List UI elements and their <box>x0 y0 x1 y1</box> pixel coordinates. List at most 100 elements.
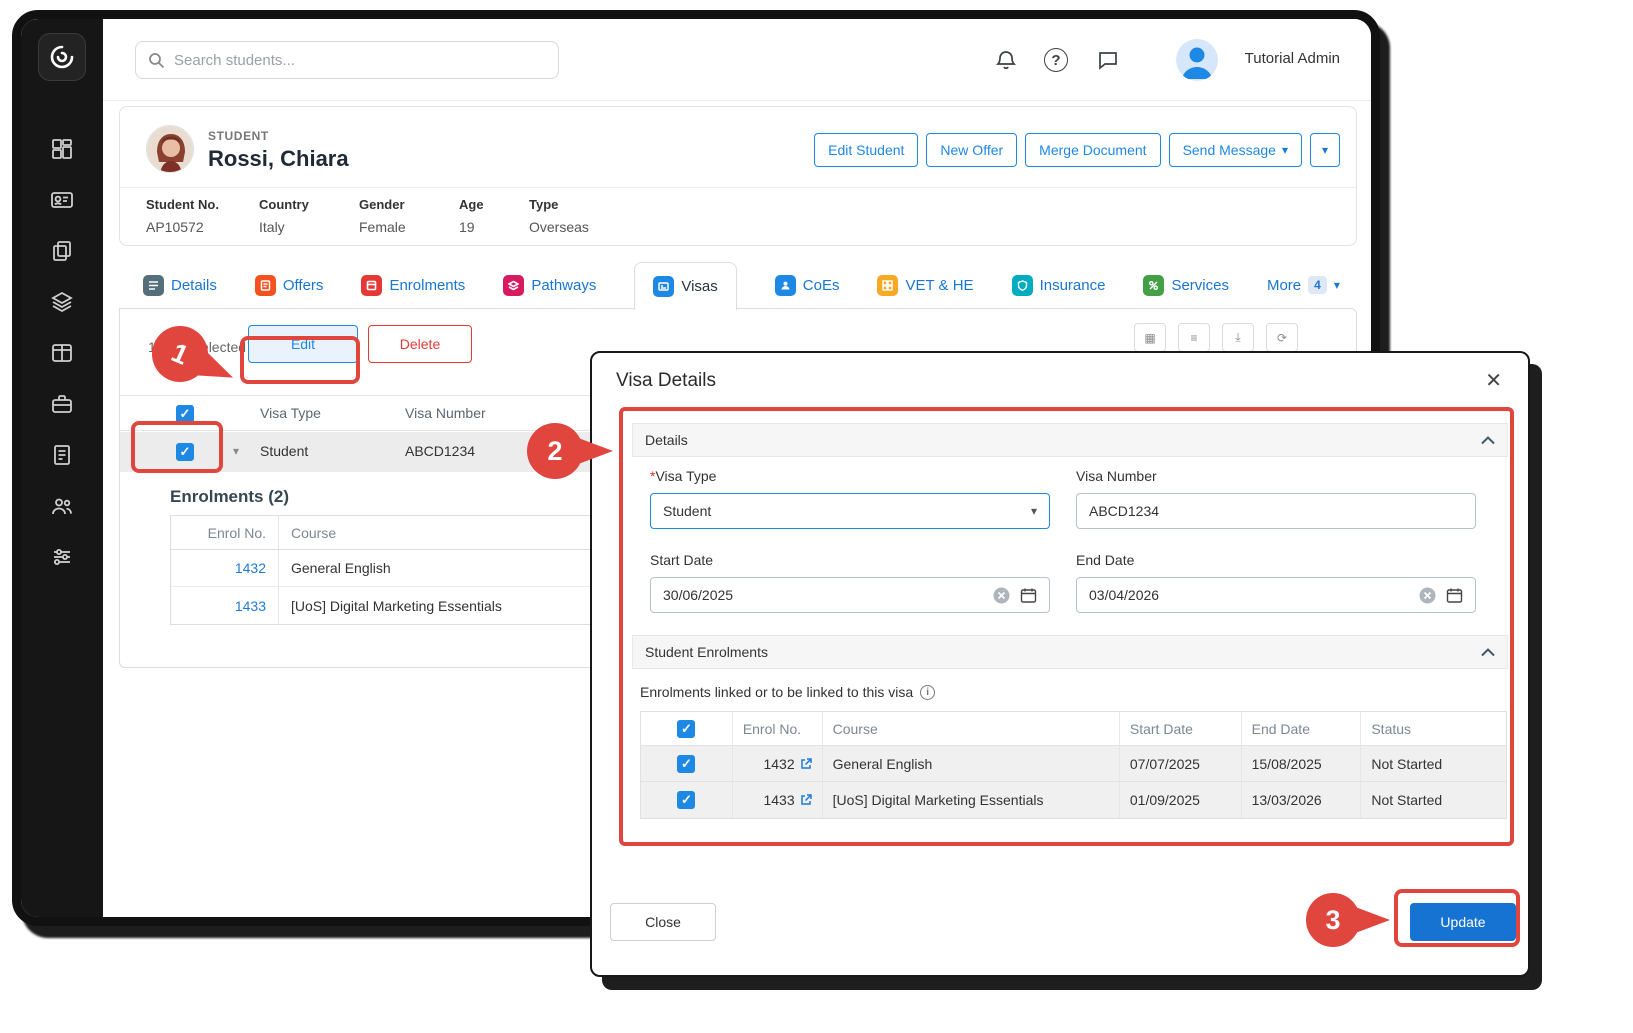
chevron-up-icon[interactable] <box>1481 648 1495 657</box>
clear-icon[interactable] <box>993 587 1010 604</box>
tab-more[interactable]: More 4 ▾ <box>1267 261 1340 309</box>
student-search[interactable] <box>135 41 559 79</box>
end-date-cell: 15/08/2025 <box>1242 746 1362 781</box>
close-icon[interactable]: ✕ <box>1485 368 1502 393</box>
tab-details[interactable]: Details <box>143 261 217 309</box>
delete-visa-button[interactable]: Delete <box>368 325 472 363</box>
student-enrolments-section-header[interactable]: Student Enrolments <box>632 635 1508 669</box>
start-date-cell: 07/07/2025 <box>1120 746 1242 781</box>
start-date-input[interactable]: 30/06/2025 <box>650 577 1050 613</box>
row-checkbox[interactable] <box>677 791 695 809</box>
end-date-cell: 13/03/2026 <box>1242 782 1362 818</box>
more-tab-badge: 4 <box>1308 276 1327 294</box>
tab-services[interactable]: Services <box>1143 261 1229 309</box>
logo-swirl-icon <box>48 43 76 71</box>
help-button[interactable]: ? <box>1044 48 1068 72</box>
sidebar-item-dashboard[interactable] <box>21 123 103 174</box>
visa-type-label: *Visa Type <box>650 468 716 484</box>
enrolments-heading: Enrolments (2) <box>170 487 289 507</box>
chat-bubble-icon <box>1096 48 1120 72</box>
modal-title: Visa Details <box>616 370 716 392</box>
vet-he-tab-icon <box>877 275 898 296</box>
topbar: ? Tutorial Admin <box>103 19 1371 101</box>
send-message-button[interactable]: Send Message ▾ <box>1169 133 1302 167</box>
modal-close-button[interactable]: Close <box>610 903 716 941</box>
sidebar-item-settings[interactable] <box>21 531 103 582</box>
student-name: Rossi, Chiara <box>208 146 349 172</box>
tab-offers[interactable]: Offers <box>255 261 324 309</box>
select-all-checkbox[interactable] <box>176 405 194 423</box>
user-avatar[interactable] <box>1176 39 1218 81</box>
edit-visa-button[interactable]: Edit <box>248 325 358 363</box>
info-icon[interactable]: i <box>920 685 935 700</box>
sidebar-item-courses[interactable] <box>21 276 103 327</box>
student-actions: Edit Student New Offer Merge Document Se… <box>814 133 1340 167</box>
panel-toolbar-button-4[interactable]: ⟳ <box>1266 323 1298 352</box>
tab-enrolments[interactable]: Enrolments <box>361 261 465 309</box>
visa-type-select[interactable]: Student ▾ <box>650 493 1050 529</box>
messages-button[interactable] <box>1096 48 1120 72</box>
student-card-icon <box>50 188 74 212</box>
panel-toolbar-button-2[interactable]: ≡ <box>1178 323 1210 352</box>
info-country: CountryItaly <box>259 197 309 235</box>
info-type: TypeOverseas <box>529 197 589 235</box>
details-section-header[interactable]: Details <box>632 423 1508 457</box>
enrol-no-link[interactable]: 1432 <box>171 550 279 586</box>
select-all-checkbox[interactable] <box>677 720 695 738</box>
visa-number-label: Visa Number <box>1076 468 1157 484</box>
edit-student-button[interactable]: Edit Student <box>814 133 918 167</box>
end-date-input[interactable]: 03/04/2026 <box>1076 577 1476 613</box>
chevron-up-icon[interactable] <box>1481 436 1495 445</box>
more-actions-button[interactable]: ▾ <box>1310 133 1340 167</box>
sidebar-item-finance[interactable] <box>21 429 103 480</box>
sidebar-item-agents[interactable] <box>21 480 103 531</box>
tab-coes[interactable]: CoEs <box>775 261 840 309</box>
course-cell: [UoS] Digital Marketing Essentials <box>823 782 1120 818</box>
enrol-no-link[interactable]: 1433 <box>171 587 279 624</box>
columns-icon <box>50 341 74 365</box>
tab-pathways[interactable]: Pathways <box>503 261 596 309</box>
panel-toolbar-button-1[interactable]: ▦ <box>1134 323 1166 352</box>
student-eyebrow-label: STUDENT <box>208 129 269 143</box>
course-column-header: Course <box>823 712 1120 745</box>
info-student-no: Student No.AP10572 <box>146 197 219 235</box>
caret-down-icon: ▾ <box>1031 504 1037 518</box>
student-header-card: STUDENT Rossi, Chiara Edit Student New O… <box>119 106 1357 246</box>
app-logo[interactable] <box>38 33 86 81</box>
details-section-title: Details <box>645 432 688 448</box>
calendar-icon[interactable] <box>1446 587 1463 604</box>
details-tab-icon <box>143 275 164 296</box>
row-expander-icon[interactable]: ▾ <box>233 444 239 458</box>
invoice-icon <box>50 443 74 467</box>
search-input[interactable] <box>174 52 546 69</box>
sidebar-item-students[interactable] <box>21 174 103 225</box>
clear-icon[interactable] <box>1419 587 1436 604</box>
tab-vet-he[interactable]: VET & HE <box>877 261 973 309</box>
visa-number-input[interactable]: ABCD1234 <box>1076 493 1476 529</box>
notifications-button[interactable] <box>994 48 1018 72</box>
new-offer-button[interactable]: New Offer <box>926 133 1017 167</box>
panel-toolbar-button-3[interactable]: ⤓ <box>1222 323 1254 352</box>
user-name[interactable]: Tutorial Admin <box>1245 50 1340 67</box>
visa-number-column-header: Visa Number <box>405 405 486 421</box>
enrol-no-column-header: Enrol No. <box>171 516 279 549</box>
layers-icon <box>50 290 74 314</box>
sidebar-item-boards[interactable] <box>21 327 103 378</box>
visa-number-cell: ABCD1234 <box>405 443 475 459</box>
question-icon: ? <box>1051 52 1060 69</box>
update-button[interactable]: Update <box>1410 903 1516 941</box>
info-gender: GenderFemale <box>359 197 406 235</box>
sidebar-item-offers[interactable] <box>21 225 103 276</box>
row-checkbox[interactable] <box>176 443 194 461</box>
sidebar-item-employers[interactable] <box>21 378 103 429</box>
course-cell: General English <box>823 746 1120 781</box>
external-link-icon[interactable] <box>800 758 812 770</box>
tab-insurance[interactable]: Insurance <box>1012 261 1106 309</box>
calendar-icon[interactable] <box>1020 587 1037 604</box>
merge-document-button[interactable]: Merge Document <box>1025 133 1160 167</box>
search-icon <box>148 52 165 69</box>
row-checkbox[interactable] <box>677 755 695 773</box>
external-link-icon[interactable] <box>800 794 812 806</box>
people-icon <box>50 494 74 518</box>
tab-visas[interactable]: Visas <box>634 262 736 310</box>
